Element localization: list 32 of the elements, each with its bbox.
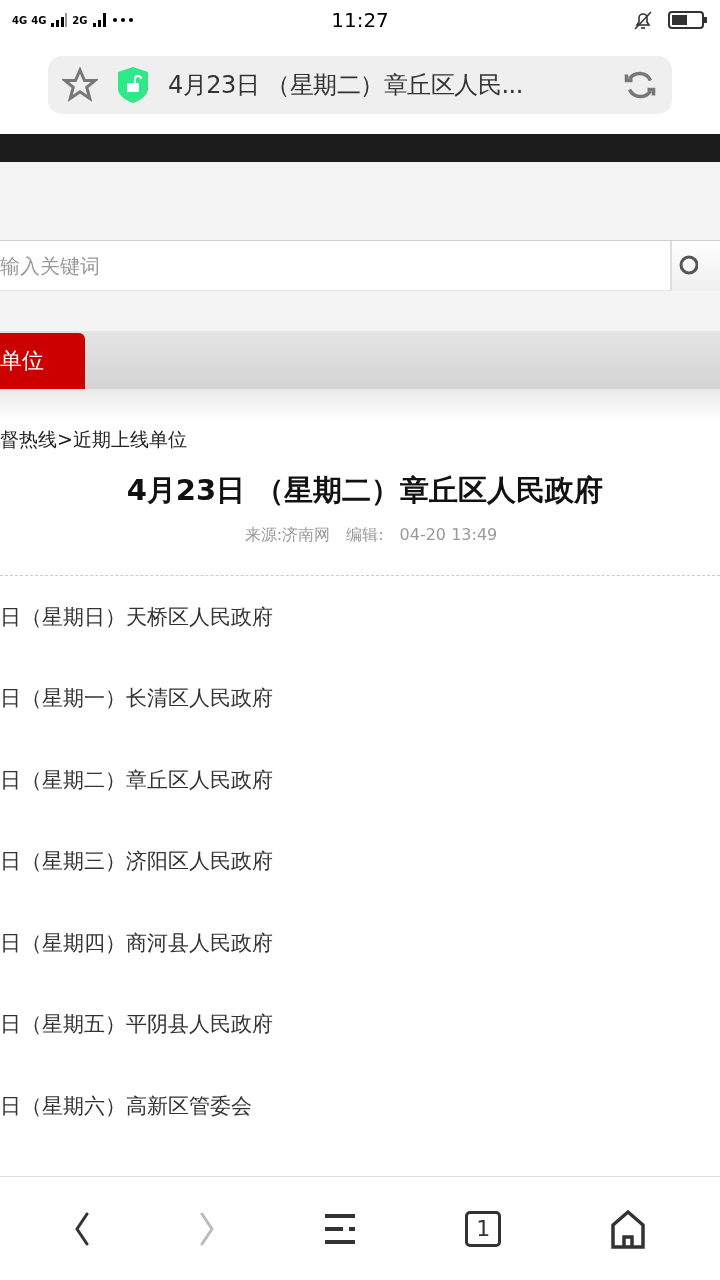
article-title: 4月23日 （星期二）章丘区人民政府 (125, 472, 605, 509)
article-link[interactable]: 日（星期一）长清区人民政府 (0, 657, 720, 739)
tab[interactable]: 单位 (0, 333, 85, 389)
signal-icon (91, 13, 108, 27)
network-label: 4G (12, 14, 28, 26)
more-icon (111, 17, 134, 23)
breadcrumb: 督热线>近期上线单位 (0, 427, 188, 452)
home-icon[interactable] (609, 1208, 646, 1249)
article-link[interactable]: 日（星期五）平阴县人民政府 (0, 983, 720, 1065)
shield-icon (118, 67, 148, 103)
star-icon[interactable] (62, 67, 98, 103)
network-label: 4G (31, 14, 47, 26)
signal-icon (50, 13, 69, 27)
back-icon[interactable] (74, 1211, 91, 1246)
search-icon (678, 255, 698, 277)
menu-icon[interactable] (322, 1212, 357, 1245)
address-bar[interactable]: 4月23日 （星期二）章丘区人民... (48, 56, 672, 114)
editor-label: 编辑: (346, 525, 384, 544)
article-link[interactable]: 日（星期四）商河县人民政府 (0, 902, 720, 984)
page-title: 4月23日 （星期二）章丘区人民... (168, 70, 524, 101)
article-link[interactable]: 日（星期三）济阳区人民政府 (0, 820, 720, 902)
muted-bell-icon (632, 9, 654, 31)
network-label: 2G (72, 14, 88, 26)
article-link[interactable]: 日（星期日）天桥区人民政府 (0, 576, 720, 658)
tab-count-button[interactable]: 1 (465, 1210, 502, 1247)
search-button[interactable] (670, 241, 720, 291)
clock: 11:27 (331, 8, 389, 32)
article-link[interactable]: 日（星期二）章丘区人民政府 (0, 739, 720, 821)
article-link[interactable]: 日（星期六）高新区管委会 (0, 1065, 720, 1147)
date-label: 04-20 13:49 (399, 525, 498, 544)
battery-icon (668, 11, 708, 29)
source-label: 来源:济南网 (244, 525, 331, 544)
